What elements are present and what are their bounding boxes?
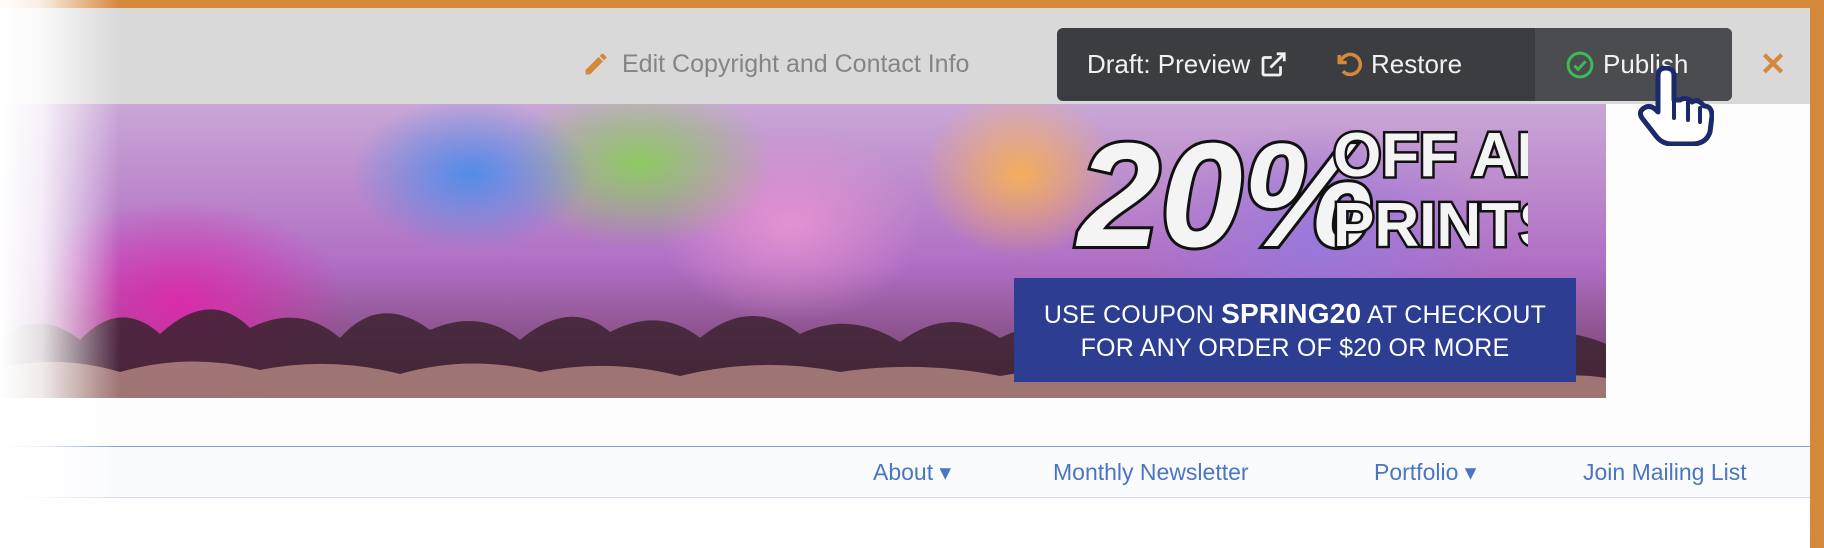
promo-banner: 20% OFF ALL PRINTS USE COUPON SPRING20 A… [0, 104, 1606, 398]
promo-headline: 20% OFF ALL PRINTS [1072, 110, 1528, 270]
undo-icon [1337, 52, 1363, 76]
external-link-icon [1261, 51, 1286, 76]
promo-percent: 20% [1075, 113, 1374, 270]
edit-copyright-label: Edit Copyright and Contact Info [622, 49, 970, 78]
restore-label: Restore [1371, 49, 1463, 79]
nav-item-monthly-newsletter[interactable]: Monthly Newsletter [1053, 459, 1249, 486]
pencil-icon [585, 53, 607, 75]
nav-item-about[interactable]: About ▾ [873, 459, 951, 486]
nav-item-portfolio[interactable]: Portfolio ▾ [1374, 459, 1476, 486]
check-circle-icon [1566, 51, 1594, 78]
nav-item-join-mailing-list[interactable]: Join Mailing List [1583, 459, 1747, 486]
edit-copyright-link[interactable]: Edit Copyright and Contact Info [582, 46, 969, 82]
coupon-line-2: FOR ANY ORDER OF $20 OR MORE [1080, 333, 1510, 362]
coupon-prefix: USE COUPON [1043, 300, 1214, 329]
coupon-code: SPRING20 [1221, 297, 1362, 329]
promo-off-line1: OFF ALL [1333, 121, 1528, 190]
editor-toolbar: Edit Copyright and Contact Info Draft: P… [0, 8, 1810, 104]
editor-stage: Edit Copyright and Contact Info Draft: P… [0, 0, 1824, 548]
coupon-line-1: USE COUPON SPRING20 AT CHECKOUT [1014, 298, 1576, 330]
right-accent-bar [1810, 0, 1824, 548]
promo-off-line2: PRINTS [1333, 191, 1528, 260]
hand-pointer-cursor-icon [1637, 66, 1714, 146]
coupon-suffix: AT CHECKOUT [1367, 300, 1547, 329]
bottom-edge-fade [0, 498, 1810, 548]
coupon-box: USE COUPON SPRING20 AT CHECKOUT FOR ANY … [1014, 278, 1576, 382]
top-accent-bar [0, 0, 1824, 8]
draft-preview-button[interactable]: Draft: Preview [1057, 28, 1327, 101]
draft-preview-label: Draft: Preview [1087, 49, 1251, 79]
restore-button[interactable]: Restore [1327, 28, 1535, 101]
action-bar: Draft: Preview Restore Publish [1057, 28, 1732, 101]
site-nav: About ▾ Monthly Newsletter Portfolio ▾ J… [0, 446, 1810, 498]
close-icon[interactable]: ✕ [1758, 46, 1788, 82]
